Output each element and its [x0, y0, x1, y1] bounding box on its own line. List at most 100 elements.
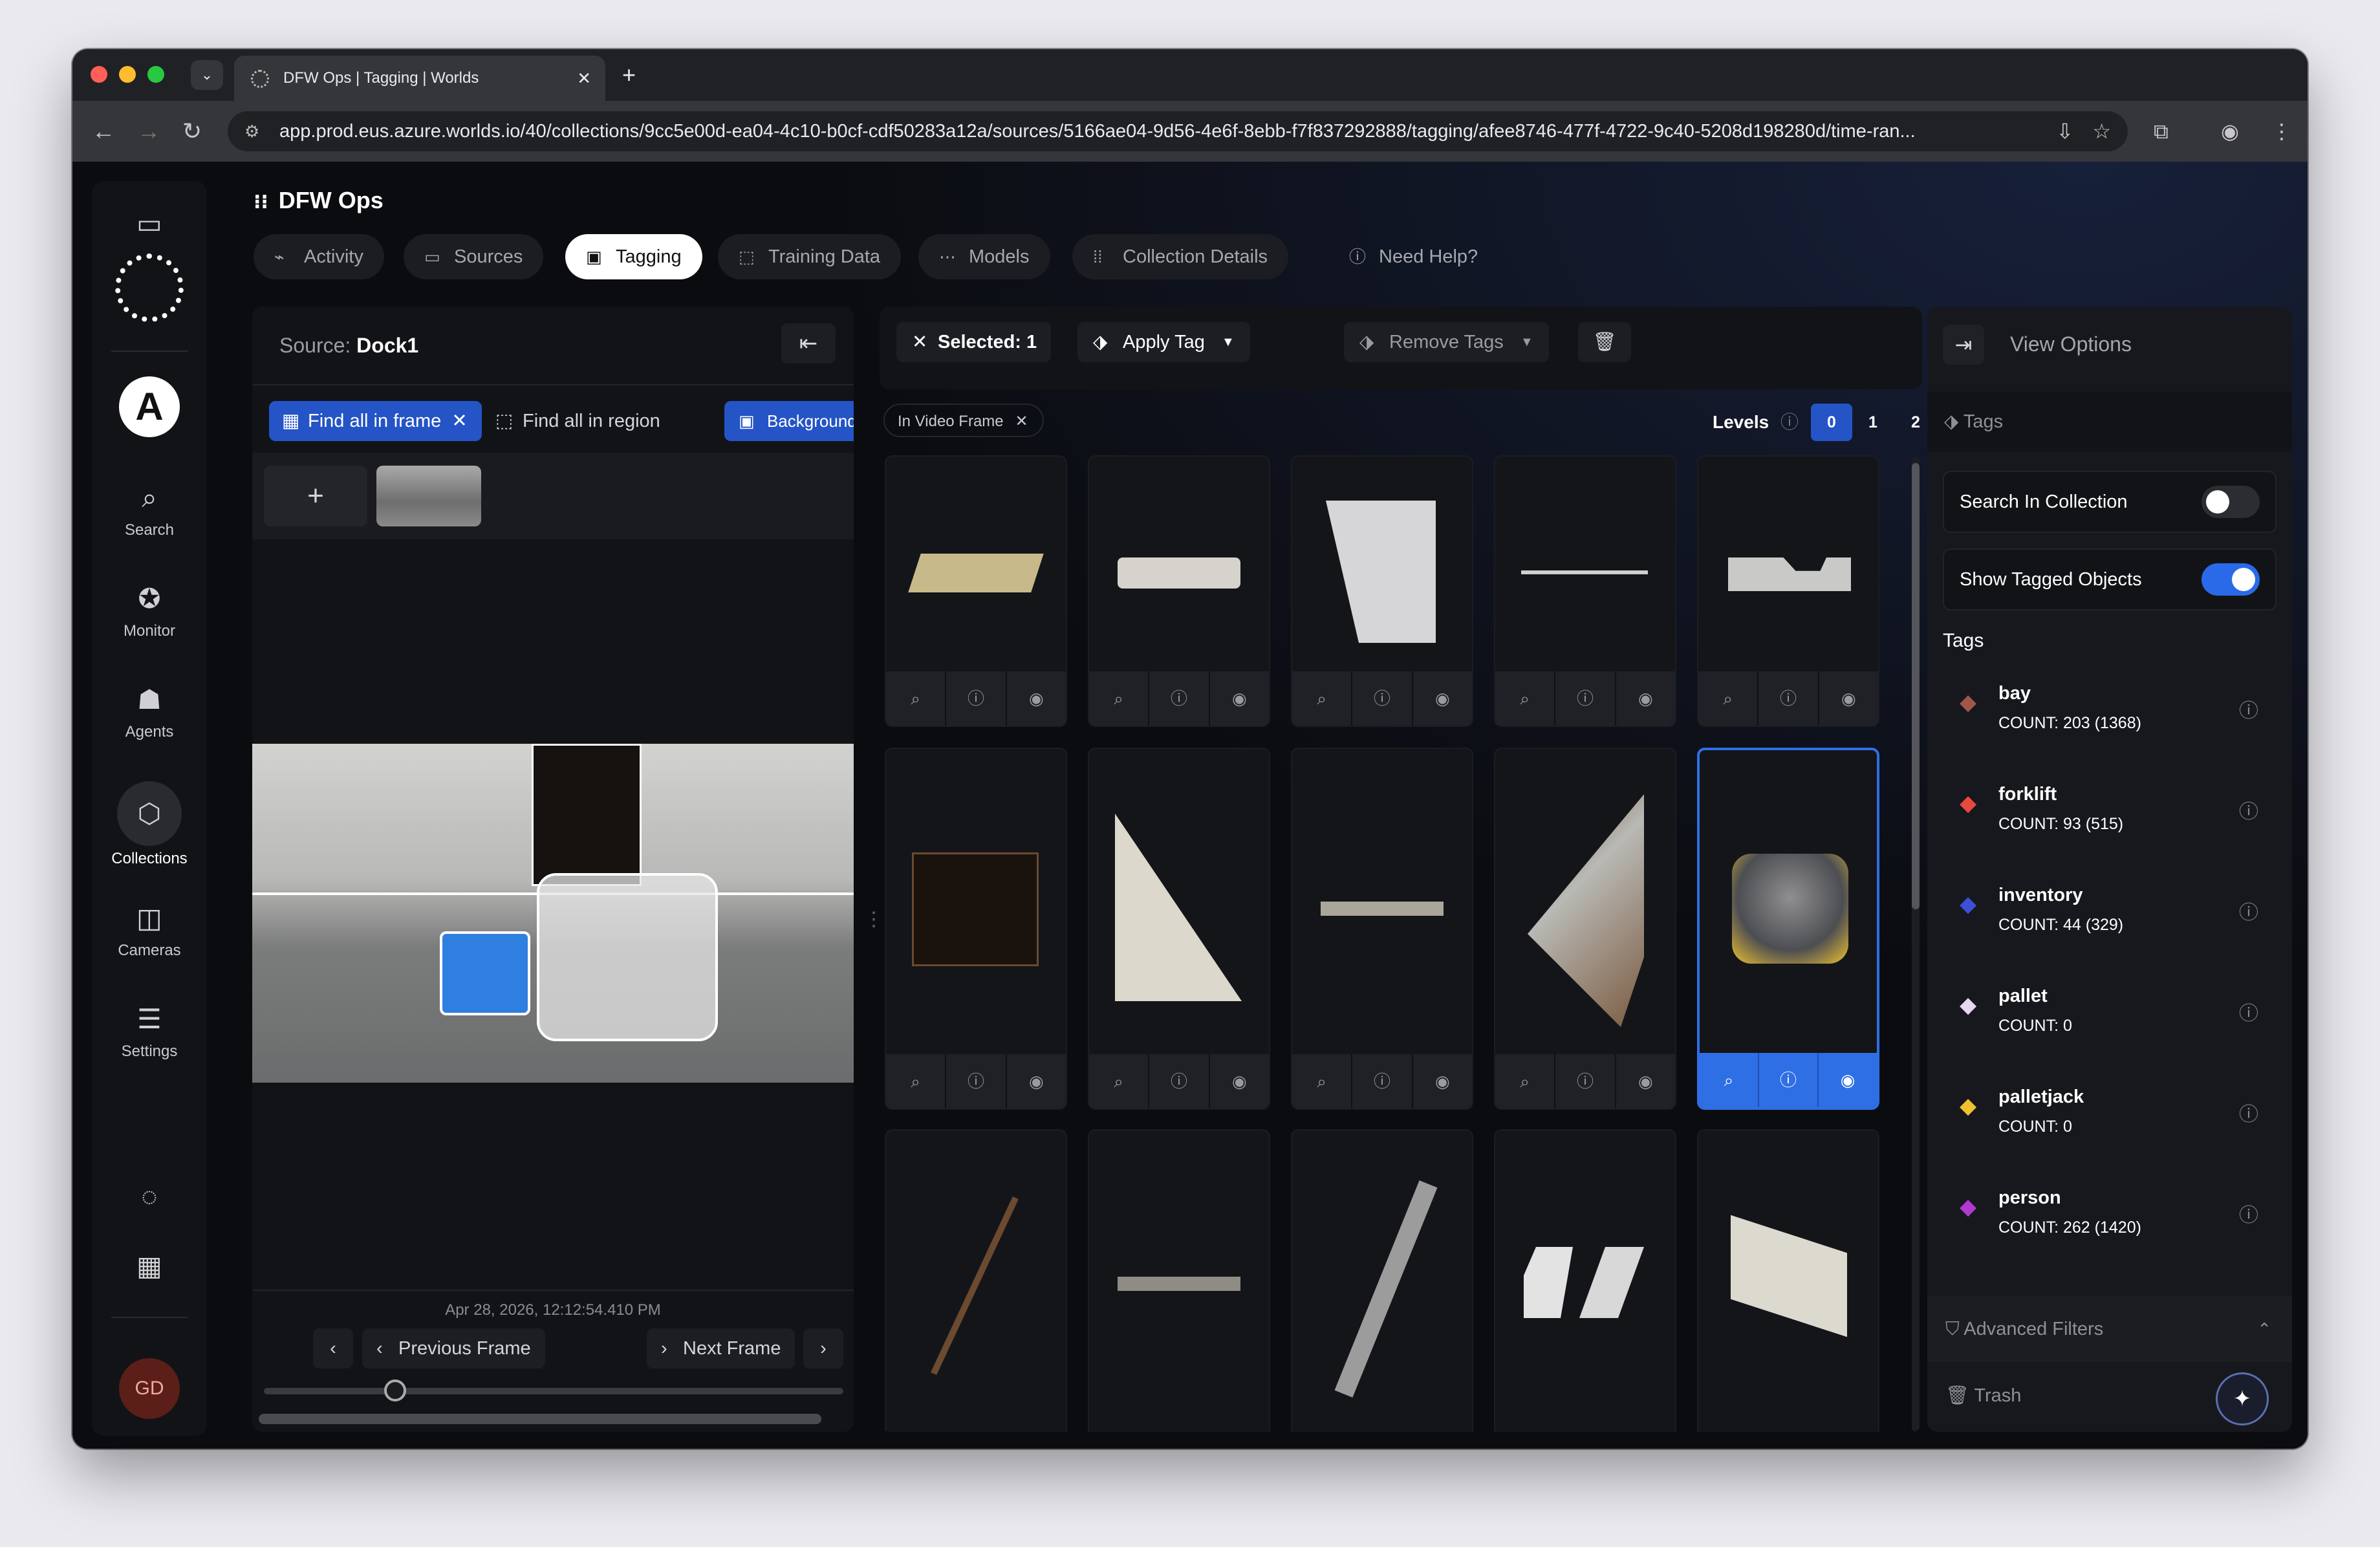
info-icon[interactable]: ⓘ: [2239, 695, 2258, 723]
extensions-icon[interactable]: ⧉: [2154, 101, 2169, 162]
collapse-view-options-button[interactable]: ⇥: [1943, 325, 1984, 365]
grid-scrollbar[interactable]: [1912, 457, 1920, 1432]
object-thumbnail[interactable]: [1494, 1129, 1676, 1432]
eye-icon[interactable]: ◉: [1210, 671, 1269, 726]
object-thumbnail[interactable]: [1697, 1129, 1879, 1432]
info-icon[interactable]: ⓘ: [1149, 1054, 1210, 1109]
object-thumbnail[interactable]: ⌕ ⓘ ◉: [1494, 748, 1676, 1110]
object-thumbnail[interactable]: ⌕ ⓘ ◉: [1088, 748, 1270, 1110]
reload-icon[interactable]: ↻: [182, 101, 202, 162]
info-icon[interactable]: ⓘ: [1352, 1054, 1413, 1109]
need-help-link[interactable]: ⓘ Need Help?: [1328, 234, 1498, 279]
pallet-mask[interactable]: [440, 931, 530, 1015]
zoom-icon[interactable]: ⌕: [1292, 1054, 1353, 1109]
url-field[interactable]: ⚙ app.prod.eus.azure.worlds.io/40/collec…: [228, 111, 2128, 151]
tag-row-inventory[interactable]: ◆ inventory COUNT: 44 (329) ⓘ: [1943, 865, 2277, 953]
object-thumbnail[interactable]: ⌕ ⓘ ◉: [885, 748, 1067, 1110]
collapse-sidebar-icon[interactable]: ▭: [92, 204, 207, 243]
in-video-frame-filter-chip[interactable]: In Video Frame ✕: [883, 404, 1044, 437]
assistant-sparkle-button[interactable]: ✦: [2216, 1372, 2269, 1425]
object-thumbnail-selected[interactable]: ⌕ ⓘ ◉: [1697, 748, 1879, 1110]
install-icon[interactable]: ⇩: [2056, 111, 2073, 151]
zoom-icon[interactable]: ⌕: [1089, 1054, 1150, 1109]
forward-icon[interactable]: →: [137, 101, 160, 162]
info-icon[interactable]: ⓘ: [1759, 1053, 1819, 1107]
object-thumbnail[interactable]: [1291, 1129, 1473, 1432]
maximize-window-icon[interactable]: [147, 66, 164, 83]
back-icon[interactable]: ←: [92, 101, 115, 162]
eye-icon[interactable]: ◉: [1413, 671, 1472, 726]
eye-icon[interactable]: ◉: [1210, 1054, 1269, 1109]
eye-icon[interactable]: ◉: [1819, 1053, 1877, 1107]
zoom-icon[interactable]: ⌕: [886, 671, 947, 726]
profile-icon[interactable]: ◉: [2221, 101, 2239, 162]
browser-tab[interactable]: DFW Ops | Tagging | Worlds ✕: [234, 56, 605, 101]
delete-button[interactable]: 🗑: [1578, 322, 1631, 362]
info-icon[interactable]: ⓘ: [2239, 795, 2258, 824]
timeline-thumb[interactable]: [384, 1379, 406, 1401]
nav-agents[interactable]: ☗ Agents: [92, 680, 207, 741]
show-tagged-objects-toggle[interactable]: [2202, 563, 2260, 596]
eye-icon[interactable]: ◉: [1819, 671, 1878, 726]
clear-selection-button[interactable]: ✕ Selected: 1: [896, 322, 1052, 362]
zoom-icon[interactable]: ⌕: [1089, 671, 1150, 726]
eye-icon[interactable]: ◉: [1413, 1054, 1472, 1109]
search-in-collection-toggle[interactable]: [2202, 486, 2260, 518]
info-icon[interactable]: ⓘ: [1149, 671, 1210, 726]
zoom-icon[interactable]: ⌕: [1292, 671, 1353, 726]
eye-icon[interactable]: ◉: [1007, 671, 1066, 726]
dock-door-mask[interactable]: [532, 744, 642, 886]
find-all-in-region-button[interactable]: ⬚ Find all in region: [484, 401, 675, 441]
advanced-filters-header[interactable]: ⛉ Advanced Filters ⌃: [1927, 1296, 2292, 1362]
eye-icon[interactable]: ◉: [1616, 1054, 1675, 1109]
remove-filter-icon[interactable]: ✕: [1015, 405, 1028, 438]
frame-thumbnail[interactable]: [376, 466, 481, 526]
org-avatar[interactable]: A: [119, 376, 180, 437]
level-2-button[interactable]: 2: [1895, 404, 1922, 441]
tab-tags[interactable]: ⬗ Tags: [1944, 392, 2003, 451]
object-thumbnail[interactable]: [1088, 1129, 1270, 1432]
zoom-icon[interactable]: ⌕: [1700, 1053, 1759, 1107]
add-frame-button[interactable]: +: [264, 466, 367, 526]
close-tab-icon[interactable]: ✕: [577, 56, 591, 101]
forklift-mask[interactable]: [537, 873, 718, 1041]
find-all-in-frame-chip[interactable]: ▦ Find all in frame ✕: [269, 401, 482, 441]
remove-chip-icon[interactable]: ✕: [451, 411, 467, 431]
remove-tags-dropdown[interactable]: ⬗ Remove Tags ▼: [1344, 322, 1549, 362]
info-icon[interactable]: ⓘ: [2239, 997, 2258, 1026]
object-thumbnail[interactable]: ⌕ ⓘ ◉: [885, 455, 1067, 727]
info-icon[interactable]: ⓘ: [946, 671, 1007, 726]
nav-search[interactable]: ⌕ Search: [92, 479, 207, 539]
minimize-window-icon[interactable]: [119, 66, 136, 83]
object-thumbnail[interactable]: ⌕ ⓘ ◉: [1697, 455, 1879, 727]
apply-tag-dropdown[interactable]: ⬗ Apply Tag ▼: [1077, 322, 1250, 362]
info-icon[interactable]: ⓘ: [946, 1054, 1007, 1109]
info-icon[interactable]: ⓘ: [1758, 671, 1819, 726]
loading-icon[interactable]: ◌: [92, 1177, 207, 1216]
site-info-icon[interactable]: ⚙: [244, 111, 259, 151]
object-thumbnail[interactable]: ⌕ ⓘ ◉: [1291, 455, 1473, 727]
object-thumbnail[interactable]: ⌕ ⓘ ◉: [1494, 455, 1676, 727]
browser-menu-icon[interactable]: ⋮: [2271, 101, 2292, 162]
first-frame-button[interactable]: ‹: [313, 1328, 353, 1368]
info-icon[interactable]: ⓘ: [1780, 412, 1799, 432]
info-icon[interactable]: ⓘ: [2239, 1098, 2258, 1127]
info-icon[interactable]: ⓘ: [2239, 896, 2258, 925]
building-icon[interactable]: ▦: [92, 1247, 207, 1286]
zoom-icon[interactable]: ⌕: [1495, 671, 1556, 726]
tag-row-bay[interactable]: ◆ bay COUNT: 203 (1368) ⓘ: [1943, 664, 2277, 752]
info-icon[interactable]: ⓘ: [2239, 1199, 2258, 1228]
collapse-panel-button[interactable]: ⇤: [781, 323, 836, 363]
nav-collections[interactable]: ⬡ Collections: [92, 781, 207, 868]
next-frame-button[interactable]: › Next Frame: [647, 1328, 795, 1368]
tab-sources[interactable]: ▭ Sources: [404, 234, 544, 279]
tab-training-data[interactable]: ⬚ Training Data: [718, 234, 902, 279]
user-avatar[interactable]: GD: [119, 1358, 180, 1419]
tab-tagging[interactable]: ▣ Tagging: [565, 234, 702, 279]
tab-activity[interactable]: ⌁ Activity: [254, 234, 384, 279]
timeline-slider[interactable]: [264, 1379, 843, 1401]
trash-link[interactable]: 🗑 Trash: [1945, 1365, 2021, 1427]
info-icon[interactable]: ⓘ: [1555, 1054, 1616, 1109]
bookmark-star-icon[interactable]: ☆: [2092, 111, 2111, 151]
eye-icon[interactable]: ◉: [1616, 671, 1675, 726]
